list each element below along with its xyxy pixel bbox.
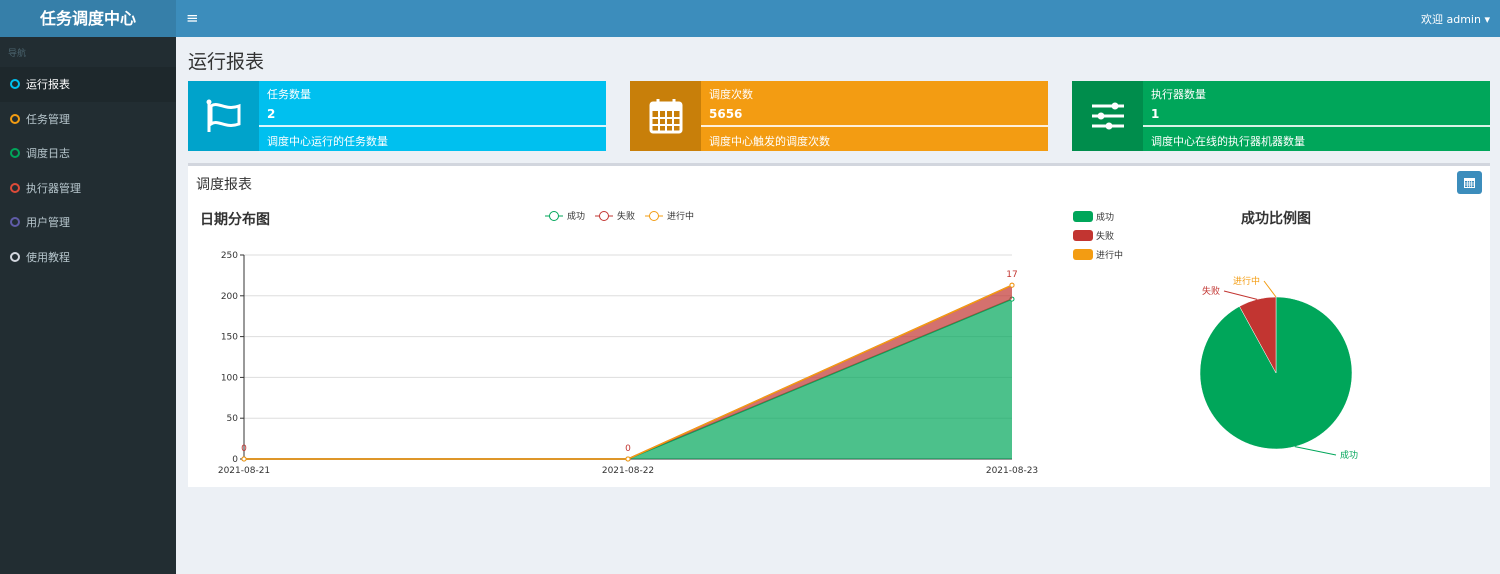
y-tick-label: 150	[221, 333, 238, 343]
circle-icon	[10, 113, 20, 124]
legend-label: 失败	[1096, 230, 1114, 242]
top-navbar: ≡ 欢迎 admin ▾	[176, 0, 1500, 37]
pie-label: 进行中	[1233, 275, 1260, 287]
data-label: 0	[241, 444, 247, 454]
nav-header: 导航	[8, 49, 27, 59]
progress-bar	[259, 125, 606, 127]
sidebar-item-1[interactable]: 任务管理	[0, 102, 176, 137]
flag-icon	[188, 81, 259, 151]
legend-swatch	[1073, 211, 1093, 222]
legend-label: 成功	[1096, 211, 1114, 223]
legend-swatch	[1073, 230, 1093, 241]
sliders-icon	[1072, 81, 1143, 151]
sidebar-item-0[interactable]: 运行报表	[0, 67, 176, 102]
pie-label: 成功	[1340, 449, 1358, 461]
y-tick-label: 0	[232, 455, 238, 465]
user-menu[interactable]: 欢迎 admin ▾	[1421, 11, 1490, 27]
report-panel: 调度报表 日期分布图 0 50 100 150 200 250 2021-08-21 2021-…	[188, 163, 1490, 487]
circle-icon	[10, 148, 20, 159]
info-box-label: 执行器数量	[1151, 88, 1206, 101]
area-0	[244, 299, 1012, 459]
info-box-desc: 调度中心在线的执行器机器数量	[1151, 135, 1305, 148]
data-point	[1009, 282, 1015, 288]
circle-icon	[10, 251, 20, 262]
pie-label-line	[1263, 280, 1277, 298]
legend-marker	[599, 211, 609, 221]
calendar-icon	[630, 81, 701, 151]
data-point	[241, 456, 247, 462]
sidebar-item-label: 执行器管理	[26, 181, 81, 195]
legend-swatch	[1073, 249, 1093, 260]
circle-icon	[10, 182, 20, 193]
y-tick-label: 250	[221, 251, 238, 261]
legend-label: 进行中	[1096, 249, 1123, 261]
circle-icon	[10, 217, 20, 228]
sidebar: 导航 运行报表任务管理调度日志执行器管理用户管理使用教程	[0, 37, 176, 574]
circle-icon	[10, 79, 20, 90]
menu-toggle-icon[interactable]: ≡	[186, 9, 199, 27]
sidebar-item-5[interactable]: 使用教程	[0, 240, 176, 275]
sidebar-item-label: 任务管理	[26, 112, 70, 126]
info-box-desc: 调度中心运行的任务数量	[267, 135, 388, 148]
pie-chart-title: 成功比例图	[1241, 210, 1311, 227]
page-title: 运行报表	[188, 51, 265, 73]
y-tick-label: 50	[227, 414, 239, 424]
y-tick-label: 100	[221, 373, 238, 383]
sidebar-item-label: 调度日志	[26, 147, 70, 161]
x-tick-label: 2021-08-22	[602, 466, 654, 476]
sidebar-item-label: 用户管理	[26, 216, 70, 230]
info-box-0: 任务数量 2 调度中心运行的任务数量	[188, 81, 606, 151]
pie-label: 失败	[1202, 285, 1220, 297]
legend-marker	[549, 211, 559, 221]
user-label: 欢迎 admin	[1421, 13, 1481, 26]
legend-marker	[649, 211, 659, 221]
info-box-label: 调度次数	[709, 88, 753, 101]
pie-label-line	[1294, 446, 1337, 456]
line-chart-title: 日期分布图	[200, 211, 270, 228]
info-box-2: 执行器数量 1 调度中心在线的执行器机器数量	[1072, 81, 1490, 151]
sidebar-item-3[interactable]: 执行器管理	[0, 171, 176, 206]
info-box-value: 2	[267, 107, 276, 121]
x-tick-label: 2021-08-23	[986, 466, 1038, 476]
info-box-label: 任务数量	[267, 88, 311, 101]
pie-label-line	[1223, 290, 1258, 300]
info-box-1: 调度次数 5656 调度中心触发的调度次数	[630, 81, 1048, 151]
caret-down-icon: ▾	[1484, 13, 1490, 26]
app-logo[interactable]: 任务调度中心	[0, 0, 176, 37]
data-label: 17	[1006, 270, 1017, 280]
data-point	[625, 456, 631, 462]
info-box-value: 1	[1151, 107, 1160, 121]
legend-label: 成功	[567, 210, 585, 222]
charts-area: 日期分布图 0 50 100 150 200 250 2021-08-21 2021-08-22…	[200, 210, 1358, 476]
legend-label: 失败	[617, 210, 635, 222]
progress-bar	[1143, 125, 1490, 127]
x-tick-label: 2021-08-21	[218, 466, 270, 476]
y-tick-label: 200	[221, 292, 238, 302]
legend-label: 进行中	[667, 210, 694, 222]
info-box-desc: 调度中心触发的调度次数	[709, 135, 830, 148]
progress-bar	[701, 125, 1048, 127]
sidebar-item-4[interactable]: 用户管理	[0, 205, 176, 240]
data-label: 0	[625, 444, 631, 454]
sidebar-item-label: 运行报表	[26, 78, 70, 92]
info-box-value: 5656	[709, 107, 743, 121]
sidebar-item-label: 使用教程	[26, 250, 70, 264]
sidebar-item-2[interactable]: 调度日志	[0, 136, 176, 171]
